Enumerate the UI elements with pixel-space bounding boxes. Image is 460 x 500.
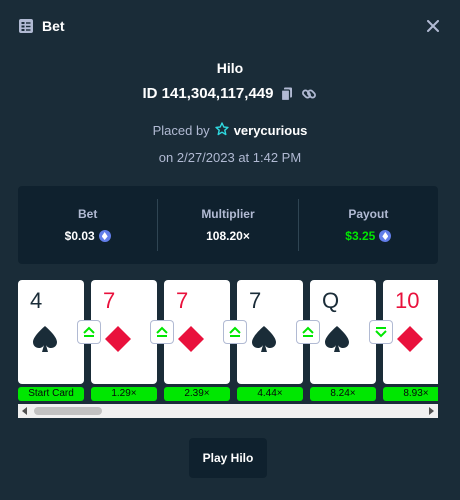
modal-header: Bet (0, 0, 460, 52)
bet-label: Bet (77, 207, 98, 221)
bet-id: ID 141,304,117,449 (142, 85, 274, 102)
card-rank: 7 (176, 288, 189, 313)
card-multiplier-badge: 4.44× (237, 387, 303, 401)
play-hilo-button[interactable]: Play Hilo (189, 438, 267, 478)
close-icon[interactable] (424, 17, 442, 35)
spade-icon (30, 324, 60, 354)
guess-lower-icon (369, 320, 393, 344)
vip-star-icon (214, 122, 229, 139)
ethereum-icon (98, 230, 111, 242)
link-icon[interactable] (301, 86, 317, 102)
card-rank: 4 (30, 288, 43, 313)
guess-higher-icon (150, 320, 174, 344)
card-rank: 7 (103, 288, 116, 313)
payout-amount: $3.25 (299, 229, 438, 243)
placed-by-row: Placed by verycurious (0, 122, 460, 139)
placed-by-label: Placed by (152, 123, 210, 138)
card-multiplier-badge: 2.39× (164, 387, 230, 401)
playing-card: 4 (18, 280, 84, 384)
diamond-icon (176, 324, 206, 354)
card-multiplier-badge: 1.29× (91, 387, 157, 401)
payout-value: $3.25 (345, 229, 376, 243)
copy-icon[interactable] (279, 86, 295, 102)
card-multiplier-badge: Start Card (18, 387, 84, 401)
modal-title: Bet (42, 18, 65, 34)
bet-slip-icon (18, 18, 34, 34)
multiplier-label: Multiplier (201, 207, 255, 221)
stat-bet: Bet $0.03 (18, 199, 157, 251)
stat-payout: Payout $3.25 (297, 199, 438, 251)
bet-value: $0.03 (64, 229, 95, 243)
horizontal-scrollbar[interactable] (18, 404, 438, 418)
scroll-left-icon[interactable] (18, 404, 32, 418)
spade-icon (249, 324, 279, 354)
game-name: Hilo (216, 60, 244, 76)
guess-higher-icon (296, 320, 320, 344)
card-rank: Q (322, 288, 340, 313)
scroll-right-icon[interactable] (424, 404, 438, 418)
guess-higher-icon (77, 320, 101, 344)
stat-multiplier: Multiplier 108.20× (157, 199, 297, 251)
card-rank: 10 (395, 288, 420, 313)
diamond-icon (103, 324, 133, 354)
bet-id-row: ID 141,304,117,449 (0, 85, 460, 102)
bet-amount: $0.03 (18, 229, 157, 243)
bet-stats-panel: Bet $0.03 Multiplier 108.20× Payout $3.2… (18, 186, 438, 264)
payout-label: Payout (348, 207, 389, 221)
spade-icon (322, 324, 352, 354)
multiplier-value: 108.20× (206, 229, 250, 243)
card-multiplier-badge: 8.24× (310, 387, 376, 401)
guess-higher-icon (223, 320, 247, 344)
ethereum-icon (379, 230, 392, 242)
diamond-icon (395, 324, 425, 354)
card-history[interactable]: 4 Start Card 7 1.29× 7 2.39× 7 4.44× Q 8.24× 10 8.9… (18, 280, 438, 402)
username-link[interactable]: verycurious (234, 123, 308, 138)
scrollbar-thumb[interactable] (34, 407, 102, 415)
card-multiplier-badge: 8.93× (383, 387, 438, 401)
bet-date: on 2/27/2023 at 1:42 PM (158, 150, 302, 165)
card-rank: 7 (249, 288, 262, 313)
